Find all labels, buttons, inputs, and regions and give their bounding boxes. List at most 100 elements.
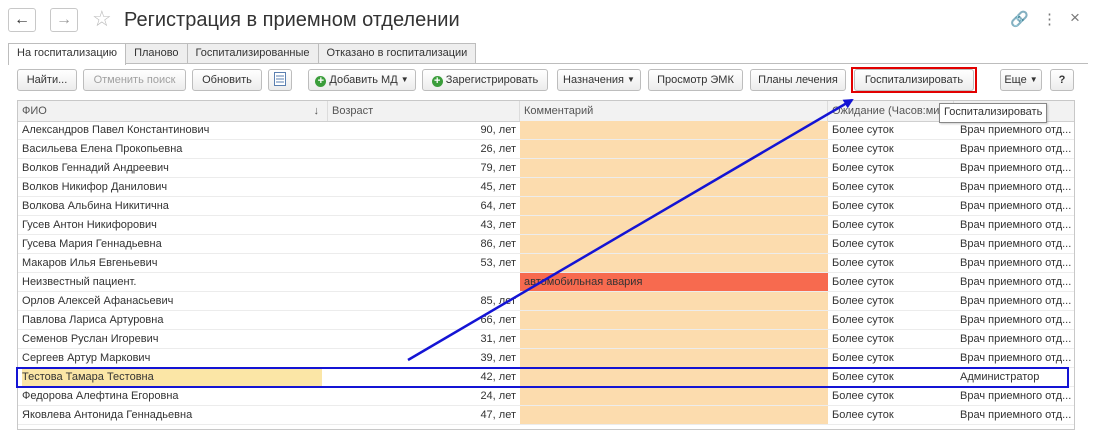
patient-comment	[520, 235, 828, 253]
patient-comment	[520, 349, 828, 367]
patient-comment	[520, 159, 828, 177]
patient-wait: Более суток	[832, 219, 894, 231]
table-row[interactable]: Волков Никифор Данилович 45, лет Более сут…	[18, 178, 1074, 197]
title-bar: ← → ☆ Регистрация в приемном отделении 🔗…	[0, 0, 1095, 40]
column-header-name[interactable]: ФИО ↓	[18, 101, 328, 121]
patient-age: 64, лет	[480, 200, 516, 212]
table-row[interactable]: Федорова Алефтина Егоровна 24, лет Более с…	[18, 387, 1074, 406]
appointments-label: Назначения	[563, 74, 625, 86]
patient-registered-by: Врач приемного отд...	[960, 219, 1072, 231]
appointments-button[interactable]: Назначения ▼	[557, 69, 641, 91]
patient-wait: Более суток	[832, 124, 894, 136]
register-label: Зарегистрировать	[445, 74, 539, 86]
table-row[interactable]: Макаров Илья Евгеньевич 53, лет Более суто…	[18, 254, 1074, 273]
patient-comment	[520, 292, 828, 310]
patient-name: Волков Геннадий Андреевич	[22, 162, 169, 174]
table-row[interactable]: Яковлева Антонида Геннадьевна 47, лет Боле…	[18, 406, 1074, 425]
hospitalize-highlight	[851, 67, 977, 93]
patient-comment	[520, 216, 828, 234]
patient-wait: Более суток	[832, 295, 894, 307]
help-button[interactable]: ?	[1050, 69, 1074, 91]
patient-age: 66, лет	[480, 314, 516, 326]
list-icon	[274, 72, 286, 86]
patient-wait: Более суток	[832, 200, 894, 212]
patient-comment	[520, 254, 828, 272]
link-icon[interactable]: 🔗	[1010, 10, 1029, 28]
find-button[interactable]: Найти...	[17, 69, 77, 91]
patient-comment	[520, 406, 828, 424]
patient-registered-by: Врач приемного отд...	[960, 143, 1072, 155]
patient-wait: Более суток	[832, 162, 894, 174]
refresh-button[interactable]: Обновить	[192, 69, 262, 91]
back-button[interactable]: ←	[8, 8, 36, 32]
table-row[interactable]: Павлова Лариса Артуровна 66, лет Более сут…	[18, 311, 1074, 330]
table-row[interactable]: Александров Павел Константинович 90, лет Б…	[18, 121, 1074, 140]
patient-wait: Более суток	[832, 352, 894, 364]
patient-registered-by: Врач приемного отд...	[960, 181, 1072, 193]
patient-wait: Более суток	[832, 143, 894, 155]
column-header-comment[interactable]: Комментарий	[520, 101, 828, 121]
table-row[interactable]: Гусев Антон Никифорович 43, лет Более суто…	[18, 216, 1074, 235]
patient-name: Васильева Елена Прокопьевна	[22, 143, 183, 155]
patient-age: 79, лет	[480, 162, 516, 174]
patient-registered-by: Врач приемного отд...	[960, 352, 1072, 364]
add-md-button[interactable]: + Добавить МД ▼	[308, 69, 416, 91]
patient-name: Сергеев Артур Маркович	[22, 352, 151, 364]
table-row[interactable]: Орлов Алексей Афанасьевич 85, лет Более су…	[18, 292, 1074, 311]
page-title: Регистрация в приемном отделении	[124, 9, 460, 31]
plus-icon: +	[315, 76, 327, 87]
table-row[interactable]: Сергеев Артур Маркович 39, лет Более суток…	[18, 349, 1074, 368]
patient-comment	[520, 197, 828, 215]
patient-registered-by: Врач приемного отд...	[960, 333, 1072, 345]
patient-comment	[520, 311, 828, 329]
favorite-star-icon[interactable]: ☆	[92, 6, 112, 32]
column-header-age[interactable]: Возраст	[328, 101, 520, 121]
register-button[interactable]: + Зарегистрировать	[422, 69, 548, 91]
patient-registered-by: Врач приемного отд...	[960, 276, 1072, 288]
patient-comment	[520, 387, 828, 405]
patient-wait: Более суток	[832, 409, 894, 421]
patient-name: Яковлева Антонида Геннадьевна	[22, 409, 193, 421]
cancel-search-button[interactable]: Отменить поиск	[83, 69, 186, 91]
list-settings-button[interactable]	[268, 69, 292, 91]
patient-registered-by: Врач приемного отд...	[960, 390, 1072, 402]
table-row[interactable]: Волков Геннадий Андреевич 79, лет Более су…	[18, 159, 1074, 178]
table-row[interactable]: Волкова Альбина Никитична 64, лет Более су…	[18, 197, 1074, 216]
patient-registered-by: Врач приемного отд...	[960, 257, 1072, 269]
hospitalize-tooltip: Госпитализировать	[939, 103, 1048, 123]
patient-registered-by: Врач приемного отд...	[960, 162, 1072, 174]
tab-refused[interactable]: Отказано в госпитализации	[317, 43, 477, 63]
patient-registered-by: Врач приемного отд...	[960, 238, 1072, 250]
patient-wait: Более суток	[832, 276, 894, 288]
forward-button[interactable]: →	[50, 8, 78, 32]
patient-comment	[520, 178, 828, 196]
patient-comment	[520, 330, 828, 348]
table-row[interactable]: Неизвестный пациент. автомобильная авария…	[18, 273, 1074, 292]
more-label: Еще	[1004, 74, 1027, 86]
patient-registered-by: Врач приемного отд...	[960, 124, 1072, 136]
more-button[interactable]: Еще ▼	[1000, 69, 1042, 91]
table-row[interactable]: Семенов Руслан Игоревич 31, лет Более суто…	[18, 330, 1074, 349]
patient-age: 86, лет	[480, 238, 516, 250]
chevron-down-icon: ▼	[1029, 75, 1038, 84]
tab-planned[interactable]: Планово	[125, 43, 188, 63]
treatment-plans-button[interactable]: Планы лечения	[750, 69, 846, 91]
close-icon[interactable]: ×	[1070, 8, 1080, 28]
patient-wait: Более суток	[832, 181, 894, 193]
patient-age: 43, лет	[480, 219, 516, 231]
table-row[interactable]: Гусева Мария Геннадьевна 86, лет Более сут…	[18, 235, 1074, 254]
column-header-wait[interactable]: Ожидание (Часов:ми	[828, 101, 954, 121]
patient-age: 24, лет	[480, 390, 516, 402]
tab-to-hospitalize[interactable]: На госпитализацию	[8, 43, 127, 65]
patient-name: Орлов Алексей Афанасьевич	[22, 295, 174, 307]
patient-wait: Более суток	[832, 257, 894, 269]
patient-name: Федорова Алефтина Егоровна	[22, 390, 179, 402]
more-icon[interactable]: ⋮	[1042, 10, 1057, 28]
view-emk-button[interactable]: Просмотр ЭМК	[648, 69, 743, 91]
table-row[interactable]: Васильева Елена Прокопьевна 26, лет Более …	[18, 140, 1074, 159]
patient-comment: автомобильная авария	[520, 273, 828, 291]
patient-name: Семенов Руслан Игоревич	[22, 333, 159, 345]
tab-hospitalized[interactable]: Госпитализированные	[186, 43, 319, 63]
patient-age: 90, лет	[480, 124, 516, 136]
patient-age	[328, 273, 520, 291]
